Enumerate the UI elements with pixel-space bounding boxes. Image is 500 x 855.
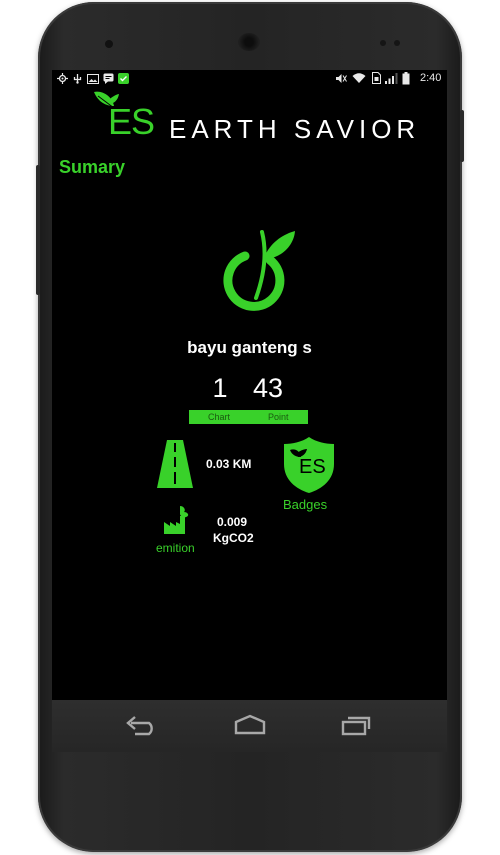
- chat-icon: [103, 73, 114, 84]
- emission-label: emition: [156, 541, 195, 555]
- mute-icon: [336, 74, 347, 83]
- sim-icon: [372, 72, 381, 84]
- emission-unit: KgCO2: [213, 531, 254, 545]
- battery-icon: [402, 72, 410, 85]
- app-screen: 2:40 ES EARTH SAVIOR Sumary bayu ganteng…: [52, 70, 447, 700]
- badges-button[interactable]: ES Badges: [278, 436, 342, 516]
- recents-icon[interactable]: [337, 714, 373, 736]
- badges-label: Badges: [283, 497, 328, 512]
- score-bar: Chart Point: [189, 410, 308, 424]
- front-camera: [105, 40, 113, 48]
- gps-icon: [57, 73, 68, 84]
- power-button: [460, 110, 464, 162]
- logo-text: ES: [108, 101, 155, 142]
- point-label: Point: [268, 412, 289, 422]
- status-time: 2:40: [420, 72, 442, 84]
- app-name: EARTH SAVIOR: [169, 114, 421, 144]
- profile-logo-icon: [223, 230, 295, 311]
- badge-logo-text: ES: [299, 456, 326, 478]
- notification-icon: [118, 73, 129, 84]
- road-icon: [157, 440, 193, 488]
- page-title: Sumary: [59, 157, 126, 177]
- home-icon[interactable]: [230, 714, 270, 736]
- light-sensor: [394, 40, 400, 46]
- app-header: ES EARTH SAVIOR: [52, 88, 447, 150]
- emission-value: 0.009: [217, 515, 248, 529]
- chart-label: Chart: [208, 412, 231, 422]
- wifi-icon: [352, 73, 366, 83]
- username: bayu ganteng s: [187, 338, 312, 357]
- nav-bar: [52, 700, 447, 752]
- factory-icon: [164, 506, 189, 534]
- image-icon: [87, 74, 99, 84]
- status-bar: 2:40: [52, 70, 447, 87]
- back-icon[interactable]: [123, 714, 159, 736]
- signal-icon: [385, 73, 398, 84]
- usb-icon: [73, 74, 82, 84]
- earpiece: [238, 33, 260, 51]
- volume-button: [36, 165, 40, 295]
- distance-value: 0.03 KM: [206, 457, 252, 471]
- proximity-sensor: [380, 40, 386, 46]
- chart-value: 1: [212, 373, 228, 403]
- point-value: 43: [252, 373, 284, 403]
